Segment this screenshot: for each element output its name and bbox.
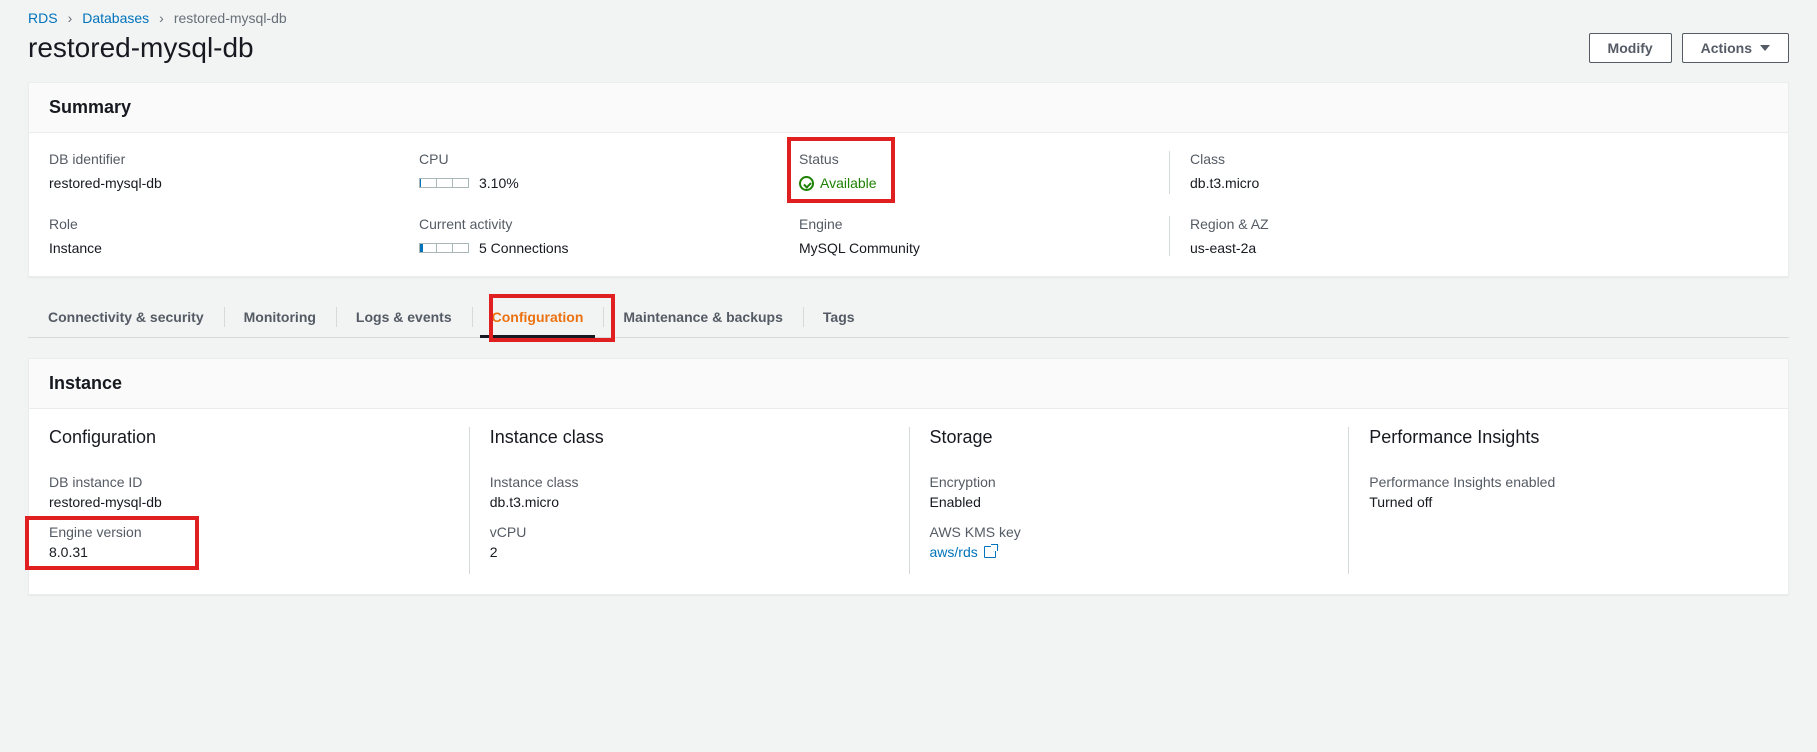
modify-button-label: Modify [1608, 40, 1653, 56]
role-value: Instance [49, 240, 399, 256]
status-value: Available [799, 175, 877, 191]
instance-class-label: Instance class [490, 474, 889, 490]
engine-version-value: 8.0.31 [49, 544, 449, 560]
actions-dropdown-button[interactable]: Actions [1682, 33, 1789, 63]
breadcrumb-databases[interactable]: Databases [82, 10, 149, 26]
encryption-value: Enabled [930, 494, 1329, 510]
db-instance-id-value: restored-mysql-db [49, 494, 449, 510]
tab-tags[interactable]: Tags [803, 297, 875, 337]
pi-enabled-value: Turned off [1369, 494, 1768, 510]
storage-title: Storage [930, 427, 1329, 448]
vcpu-label: vCPU [490, 524, 889, 540]
cpu-value: 3.10% [479, 175, 519, 191]
instance-heading: Instance [29, 359, 1788, 409]
chevron-right-icon: › [68, 10, 73, 26]
tab-connectivity[interactable]: Connectivity & security [28, 297, 224, 337]
region-az-label: Region & AZ [1190, 216, 1748, 232]
summary-heading: Summary [29, 83, 1788, 133]
db-instance-id-label: DB instance ID [49, 474, 449, 490]
performance-insights-title: Performance Insights [1369, 427, 1768, 448]
caret-down-icon [1760, 45, 1770, 51]
kms-value: aws/rds [930, 544, 978, 560]
external-link-icon [984, 546, 996, 558]
check-circle-icon [799, 176, 814, 191]
engine-version-label: Engine version [49, 524, 449, 540]
configuration-title: Configuration [49, 427, 449, 448]
tab-logs[interactable]: Logs & events [336, 297, 472, 337]
breadcrumb-current: restored-mysql-db [174, 10, 287, 26]
engine-value: MySQL Community [799, 240, 1149, 256]
activity-value: 5 Connections [479, 240, 569, 256]
tabs: Connectivity & security Monitoring Logs … [28, 297, 1789, 338]
kms-link[interactable]: aws/rds [930, 544, 996, 560]
meter-track [419, 243, 469, 253]
kms-label: AWS KMS key [930, 524, 1329, 540]
annotation-highlight [787, 137, 895, 203]
title-actions: Modify Actions [1589, 33, 1789, 63]
class-value: db.t3.micro [1190, 175, 1748, 191]
meter-fill [420, 179, 421, 187]
instance-class-value: db.t3.micro [490, 494, 889, 510]
instance-panel: Instance Configuration DB instance ID re… [28, 358, 1789, 595]
current-activity-label: Current activity [419, 216, 779, 232]
tab-monitoring[interactable]: Monitoring [224, 297, 336, 337]
role-label: Role [49, 216, 399, 232]
chevron-right-icon: › [159, 10, 164, 26]
page-title: restored-mysql-db [28, 32, 254, 64]
tab-maintenance[interactable]: Maintenance & backups [603, 297, 803, 337]
cpu-label: CPU [419, 151, 779, 167]
actions-button-label: Actions [1701, 40, 1752, 56]
engine-label: Engine [799, 216, 1149, 232]
meter-track [419, 178, 469, 188]
status-text: Available [820, 175, 877, 191]
db-identifier-value: restored-mysql-db [49, 175, 399, 191]
summary-panel: Summary DB identifier restored-mysql-db … [28, 82, 1789, 277]
breadcrumb: RDS › Databases › restored-mysql-db [20, 0, 1797, 32]
db-identifier-label: DB identifier [49, 151, 399, 167]
status-label: Status [799, 151, 877, 167]
pi-enabled-label: Performance Insights enabled [1369, 474, 1768, 490]
meter-fill [420, 244, 423, 252]
instance-class-title: Instance class [490, 427, 889, 448]
tab-configuration[interactable]: Configuration [472, 297, 604, 337]
vcpu-value: 2 [490, 544, 889, 560]
breadcrumb-rds[interactable]: RDS [28, 10, 58, 26]
cpu-meter: 3.10% [419, 175, 519, 191]
modify-button[interactable]: Modify [1589, 33, 1672, 63]
encryption-label: Encryption [930, 474, 1329, 490]
class-label: Class [1190, 151, 1748, 167]
region-az-value: us-east-2a [1190, 240, 1748, 256]
activity-meter: 5 Connections [419, 240, 569, 256]
